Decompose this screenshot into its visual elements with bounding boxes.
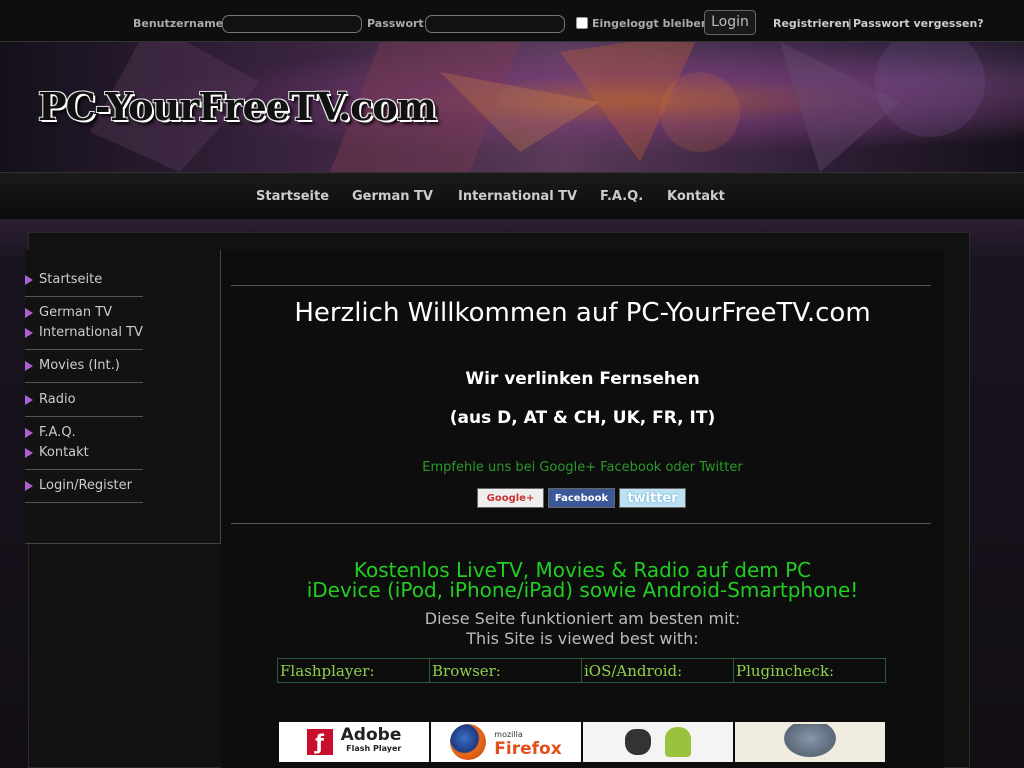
sidebar-divider: [25, 296, 143, 297]
firefox-icon: [450, 724, 487, 760]
plugincheck-tile[interactable]: [735, 722, 885, 762]
forgot-password-link[interactable]: Passwort vergessen?: [853, 17, 984, 30]
sidebar-item-movies[interactable]: Movies (Int.): [25, 358, 120, 373]
divider: [231, 285, 931, 286]
password-label: Passwort: [367, 17, 424, 30]
username-label: Benutzername: [133, 17, 224, 30]
promo-line-2: iDevice (iPod, iPhone/iPad) sowie Androi…: [306, 578, 859, 602]
remember-label: Eingeloggt bleiben: [592, 17, 709, 30]
apple-icon: [625, 729, 651, 755]
sidebar-item-german-tv[interactable]: German TV: [25, 305, 112, 320]
nav-international-tv[interactable]: International TV: [458, 189, 577, 204]
firefox-tile[interactable]: mozilla Firefox: [431, 722, 581, 762]
header-banner: PC-YourFreeTV.com: [0, 42, 1024, 172]
sidebar-divider: [25, 416, 143, 417]
main-nav: Startseite German TV International TV F.…: [0, 172, 1024, 220]
register-link[interactable]: Registrieren: [773, 17, 850, 30]
sidebar-item-label: Kontakt: [39, 445, 89, 460]
best-viewed-en: This Site is viewed best with:: [466, 629, 699, 648]
twitter-button[interactable]: twitter: [619, 488, 686, 508]
arrow-right-icon: [25, 327, 33, 338]
facebook-button[interactable]: Facebook: [548, 488, 615, 508]
table-row: Flashplayer: Browser: iOS/Android: Plugi…: [277, 658, 886, 683]
requirements-table: Flashplayer: Browser: iOS/Android: Plugi…: [277, 658, 886, 683]
sidebar-item-international-tv[interactable]: International TV: [25, 325, 143, 340]
subtitle-countries: (aus D, AT & CH, UK, FR, IT): [449, 408, 716, 428]
nav-startseite[interactable]: Startseite: [256, 189, 329, 204]
sidebar-divider: [25, 382, 143, 383]
arrow-right-icon: [25, 447, 33, 458]
page-title: Herzlich Willkommen auf PC-YourFreeTV.co…: [294, 298, 871, 328]
table-header-flashplayer: Flashplayer:: [277, 658, 430, 683]
google-plus-label: Google+: [486, 492, 535, 504]
adobe-flash-tile[interactable]: ƒ Adobe Flash Player: [279, 722, 429, 762]
facebook-label: Facebook: [554, 492, 609, 504]
recommend-text: Empfehle uns bei Google+ Facebook oder T…: [422, 460, 743, 475]
promo-line-1: Kostenlos LiveTV, Movies & Radio auf dem…: [353, 558, 812, 582]
google-plus-button[interactable]: Google+: [477, 488, 544, 508]
sidebar: Startseite German TV International TV Mo…: [25, 250, 221, 544]
subtitle-linking: Wir verlinken Fernsehen: [465, 369, 700, 389]
table-header-browser: Browser:: [429, 658, 582, 683]
nav-faq[interactable]: F.A.Q.: [600, 189, 643, 204]
best-viewed-de: Diese Seite funktioniert am besten mit:: [424, 609, 741, 628]
twitter-label: twitter: [627, 490, 678, 506]
main-content: Herzlich Willkommen auf PC-YourFreeTV.co…: [221, 250, 944, 768]
raccoon-mascot-icon: [780, 724, 840, 760]
sidebar-item-label: Movies (Int.): [39, 358, 120, 373]
table-header-ios-android: iOS/Android:: [581, 658, 734, 683]
adobe-label: Adobe: [340, 725, 402, 745]
sidebar-item-label: F.A.Q.: [39, 425, 76, 440]
sidebar-item-login-register[interactable]: Login/Register: [25, 478, 132, 493]
username-input[interactable]: [222, 15, 362, 33]
table-header-plugincheck: Plugincheck:: [733, 658, 886, 683]
sidebar-item-label: German TV: [39, 305, 113, 320]
divider: [231, 523, 931, 524]
flash-icon: ƒ: [306, 729, 333, 755]
firefox-label: Firefox: [494, 739, 562, 759]
nav-german-tv[interactable]: German TV: [352, 189, 433, 204]
flash-player-label: Flash Player: [346, 744, 402, 753]
ios-android-tile[interactable]: [583, 722, 733, 762]
sidebar-divider: [25, 349, 143, 350]
sidebar-divider: [25, 502, 143, 503]
arrow-right-icon: [25, 360, 33, 371]
sidebar-item-label: Startseite: [39, 272, 103, 287]
remember-checkbox[interactable]: [576, 17, 588, 29]
sidebar-item-radio[interactable]: Radio: [25, 392, 76, 407]
sidebar-item-faq[interactable]: F.A.Q.: [25, 425, 76, 440]
arrow-right-icon: [25, 274, 33, 285]
sidebar-item-startseite[interactable]: Startseite: [25, 272, 102, 287]
arrow-right-icon: [25, 307, 33, 318]
sidebar-item-label: International TV: [39, 325, 143, 340]
arrow-right-icon: [25, 427, 33, 438]
android-icon: [665, 727, 691, 757]
arrow-right-icon: [25, 394, 33, 405]
sidebar-item-kontakt[interactable]: Kontakt: [25, 445, 89, 460]
password-input[interactable]: [425, 15, 565, 33]
sidebar-item-label: Radio: [39, 392, 76, 407]
site-logo[interactable]: PC-YourFreeTV.com: [38, 84, 437, 129]
login-bar: Benutzername Passwort Eingeloggt bleiben…: [0, 0, 1024, 42]
sidebar-item-label: Login/Register: [39, 478, 132, 493]
login-button[interactable]: Login: [704, 10, 756, 35]
sidebar-divider: [25, 469, 143, 470]
link-separator: |: [848, 17, 852, 30]
arrow-right-icon: [25, 480, 33, 491]
nav-kontakt[interactable]: Kontakt: [667, 189, 725, 204]
